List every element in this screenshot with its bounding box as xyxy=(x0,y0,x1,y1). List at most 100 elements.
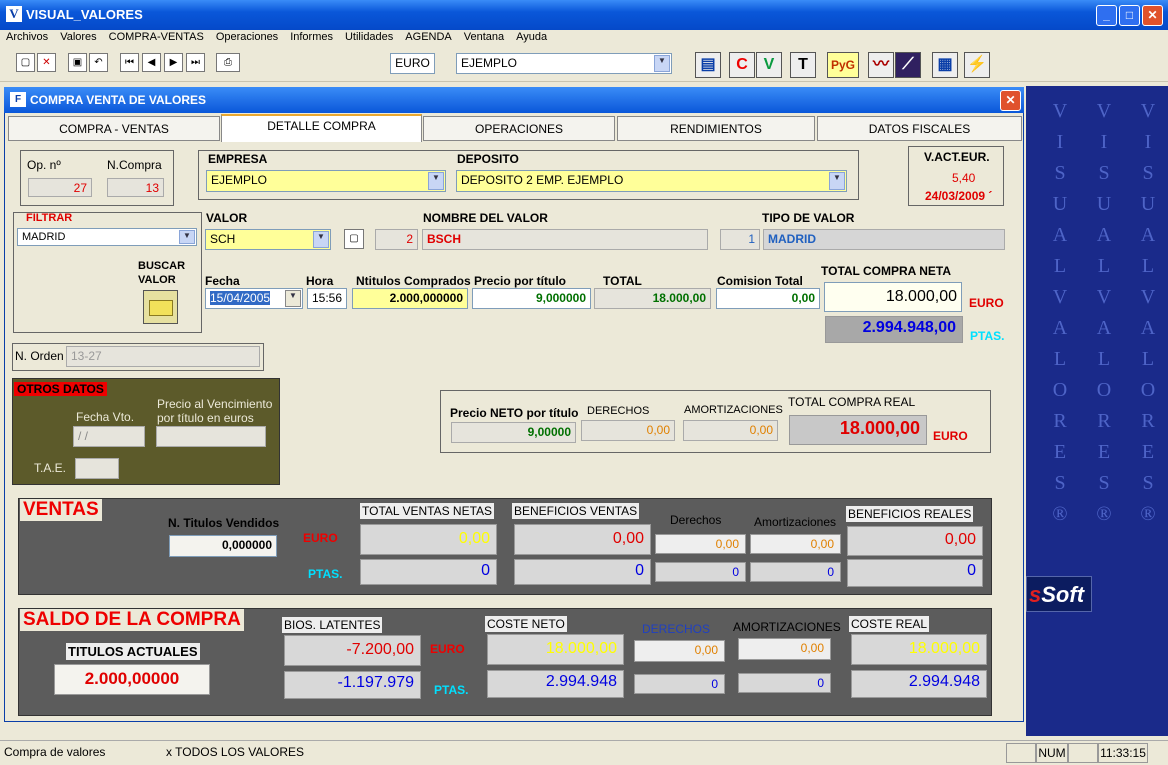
precio-vencimiento-field[interactable] xyxy=(156,426,266,447)
menu-ayuda[interactable]: Ayuda xyxy=(510,30,553,44)
print-icon[interactable]: ⎙ xyxy=(216,53,240,72)
status-bar: Compra de valores x TODOS LOS VALORES NU… xyxy=(0,740,1168,765)
pyg-icon[interactable]: PyG xyxy=(827,52,859,78)
spreadsheet-icon[interactable]: ▦ xyxy=(932,52,958,78)
portfolio-select[interactable]: EJEMPLO ▼ xyxy=(456,53,672,74)
total-compra-real-field: 18.000,00 xyxy=(789,415,927,445)
currency-field[interactable]: EURO xyxy=(390,53,435,74)
ventas-title: VENTAS xyxy=(20,499,102,521)
total-label: TOTAL xyxy=(603,274,642,288)
dialog-title: COMPRA VENTA DE VALORES xyxy=(30,93,207,107)
beneficios-ventas-eur-field: 0,00 xyxy=(514,524,651,555)
amortizaciones-field: 0,00 xyxy=(683,420,778,441)
chart-line-icon[interactable]: 〰 xyxy=(868,52,894,78)
euro-label: EURO xyxy=(933,429,968,443)
first-record-icon[interactable]: ⏮ xyxy=(120,53,139,72)
fecha-picker[interactable]: 15/04/2005 ▼ xyxy=(205,288,303,309)
delete-document-icon[interactable]: ✕ xyxy=(37,53,56,72)
valor-select[interactable]: SCH ▼ xyxy=(205,229,331,250)
chevron-down-icon: ▼ xyxy=(313,231,329,248)
amortizaciones-saldo-ptas-field: 0 xyxy=(738,673,831,693)
vertical-brand-text: V I S U A L V A L O R E S ® xyxy=(1140,100,1156,525)
titulos-icon[interactable]: T xyxy=(790,52,816,78)
coste-real-ptas-field: 2.994.948 xyxy=(851,670,987,698)
prev-record-icon[interactable]: ◀ xyxy=(142,53,161,72)
comision-label: Comision Total xyxy=(717,274,803,288)
last-record-icon[interactable]: ⏭ xyxy=(186,53,205,72)
deposito-label: DEPOSITO xyxy=(457,152,519,166)
title-bar: V VISUAL_VALORES _ □ ✕ xyxy=(0,0,1168,30)
euro-label: EURO xyxy=(430,642,465,656)
ptas-label: PTAS. xyxy=(308,567,343,581)
filtrar-select[interactable]: MADRID ▼ xyxy=(17,228,197,246)
menu-valores[interactable]: Valores xyxy=(54,30,102,44)
folder-icon[interactable] xyxy=(143,290,178,324)
valor-number-field: 2 xyxy=(375,229,418,250)
euro-label: EURO xyxy=(303,531,338,545)
norden-field: 13-27 xyxy=(66,346,260,367)
tae-field[interactable] xyxy=(75,458,119,479)
close-button[interactable]: ✕ xyxy=(1142,5,1163,26)
precio-neto-field: 9,00000 xyxy=(451,422,576,443)
new-document-icon[interactable]: ▢ xyxy=(16,53,35,72)
amortizaciones-ventas-label: Amortizaciones xyxy=(754,515,837,529)
minimize-button[interactable]: _ xyxy=(1096,5,1117,26)
valor-label: VALOR xyxy=(206,211,248,225)
dialog-icon: F xyxy=(10,92,26,107)
undo-icon[interactable]: ↶ xyxy=(89,53,108,72)
tab-operaciones[interactable]: OPERACIONES xyxy=(423,116,615,141)
precio-field[interactable]: 9,000000 xyxy=(472,288,591,309)
compras-icon[interactable]: C xyxy=(729,52,755,78)
filtrar-select-value: MADRID xyxy=(22,231,66,243)
menu-informes[interactable]: Informes xyxy=(284,30,339,44)
new-valor-icon[interactable]: ▢ xyxy=(344,229,364,249)
brand-side-panel: V I S U A L V A L O R E S ® V I S U A L … xyxy=(1026,86,1168,736)
tools-icon[interactable]: ⚡ xyxy=(964,52,990,78)
menu-archivos[interactable]: Archivos xyxy=(0,30,54,44)
ntitulos-vendidos-label: N. Titulos Vendidos xyxy=(168,516,280,530)
toolbar: ▢ ✕ ▣ ↶ ⏮ ◀ ▶ ⏭ ⎙ EURO EJEMPLO ▼ ▤ C V T … xyxy=(0,48,1168,82)
tab-datos-fiscales[interactable]: DATOS FISCALES xyxy=(817,116,1022,141)
dialog-close-button[interactable]: ✕ xyxy=(1000,90,1021,111)
derechos-saldo-eur-field: 0,00 xyxy=(634,640,725,662)
menu-utilidades[interactable]: Utilidades xyxy=(339,30,399,44)
tab-compra-ventas[interactable]: COMPRA - VENTAS xyxy=(8,116,220,141)
maximize-button[interactable]: □ xyxy=(1119,5,1140,26)
bios-latentes-label: BIOS. LATENTES xyxy=(282,617,383,633)
chevron-down-icon: ▼ xyxy=(829,172,845,190)
status-left-text: Compra de valores xyxy=(4,745,106,759)
chevron-down-icon: ▼ xyxy=(179,230,195,244)
fecha-vto-label: Fecha Vto. xyxy=(76,410,135,424)
total-neta-ptas-field: 2.994.948,00 xyxy=(825,316,963,343)
deposito-select[interactable]: DEPOSITO 2 EMP. EJEMPLO ▼ xyxy=(456,170,847,192)
derechos-saldo-ptas-field: 0 xyxy=(634,674,725,694)
save-icon[interactable]: ▣ xyxy=(68,53,87,72)
tab-rendimientos[interactable]: RENDIMIENTOS xyxy=(617,116,815,141)
calculator-icon[interactable]: ▤ xyxy=(695,52,721,78)
coste-neto-ptas-field: 2.994.948 xyxy=(487,670,624,698)
op-label: Op. nº xyxy=(27,158,61,172)
chevron-down-icon: ▼ xyxy=(285,290,301,307)
tab-detalle-compra[interactable]: DETALLE COMPRA xyxy=(221,114,422,142)
chart-trend-icon[interactable]: ⟋ xyxy=(895,52,921,78)
fecha-vto-field[interactable]: / / xyxy=(73,426,145,447)
derechos-label: DERECHOS xyxy=(587,405,650,417)
next-record-icon[interactable]: ▶ xyxy=(164,53,183,72)
derechos-ventas-label: Derechos xyxy=(670,513,722,527)
ssoft-logo: sSoft xyxy=(1026,576,1092,612)
menu-ventana[interactable]: Ventana xyxy=(458,30,510,44)
menu-agenda[interactable]: AGENDA xyxy=(399,30,457,44)
precio-label: Precio por título xyxy=(474,274,567,288)
ventas-icon[interactable]: V xyxy=(756,52,782,78)
menu-operaciones[interactable]: Operaciones xyxy=(210,30,284,44)
empresa-label: EMPRESA xyxy=(208,152,268,166)
comision-field[interactable]: 0,00 xyxy=(716,288,820,309)
ssoft-logo-soft: Soft xyxy=(1041,582,1085,607)
tipo-valor-number: 1 xyxy=(720,229,760,250)
total-neta-label: TOTAL COMPRA NETA xyxy=(821,264,951,278)
menu-compra-ventas[interactable]: COMPRA-VENTAS xyxy=(103,30,210,44)
ntitulos-field[interactable]: 2.000,000000 xyxy=(352,288,468,309)
amortizaciones-ventas-ptas-field: 0 xyxy=(750,562,841,582)
empresa-select[interactable]: EJEMPLO ▼ xyxy=(206,170,446,192)
hora-field[interactable]: 15:56 xyxy=(307,288,347,309)
